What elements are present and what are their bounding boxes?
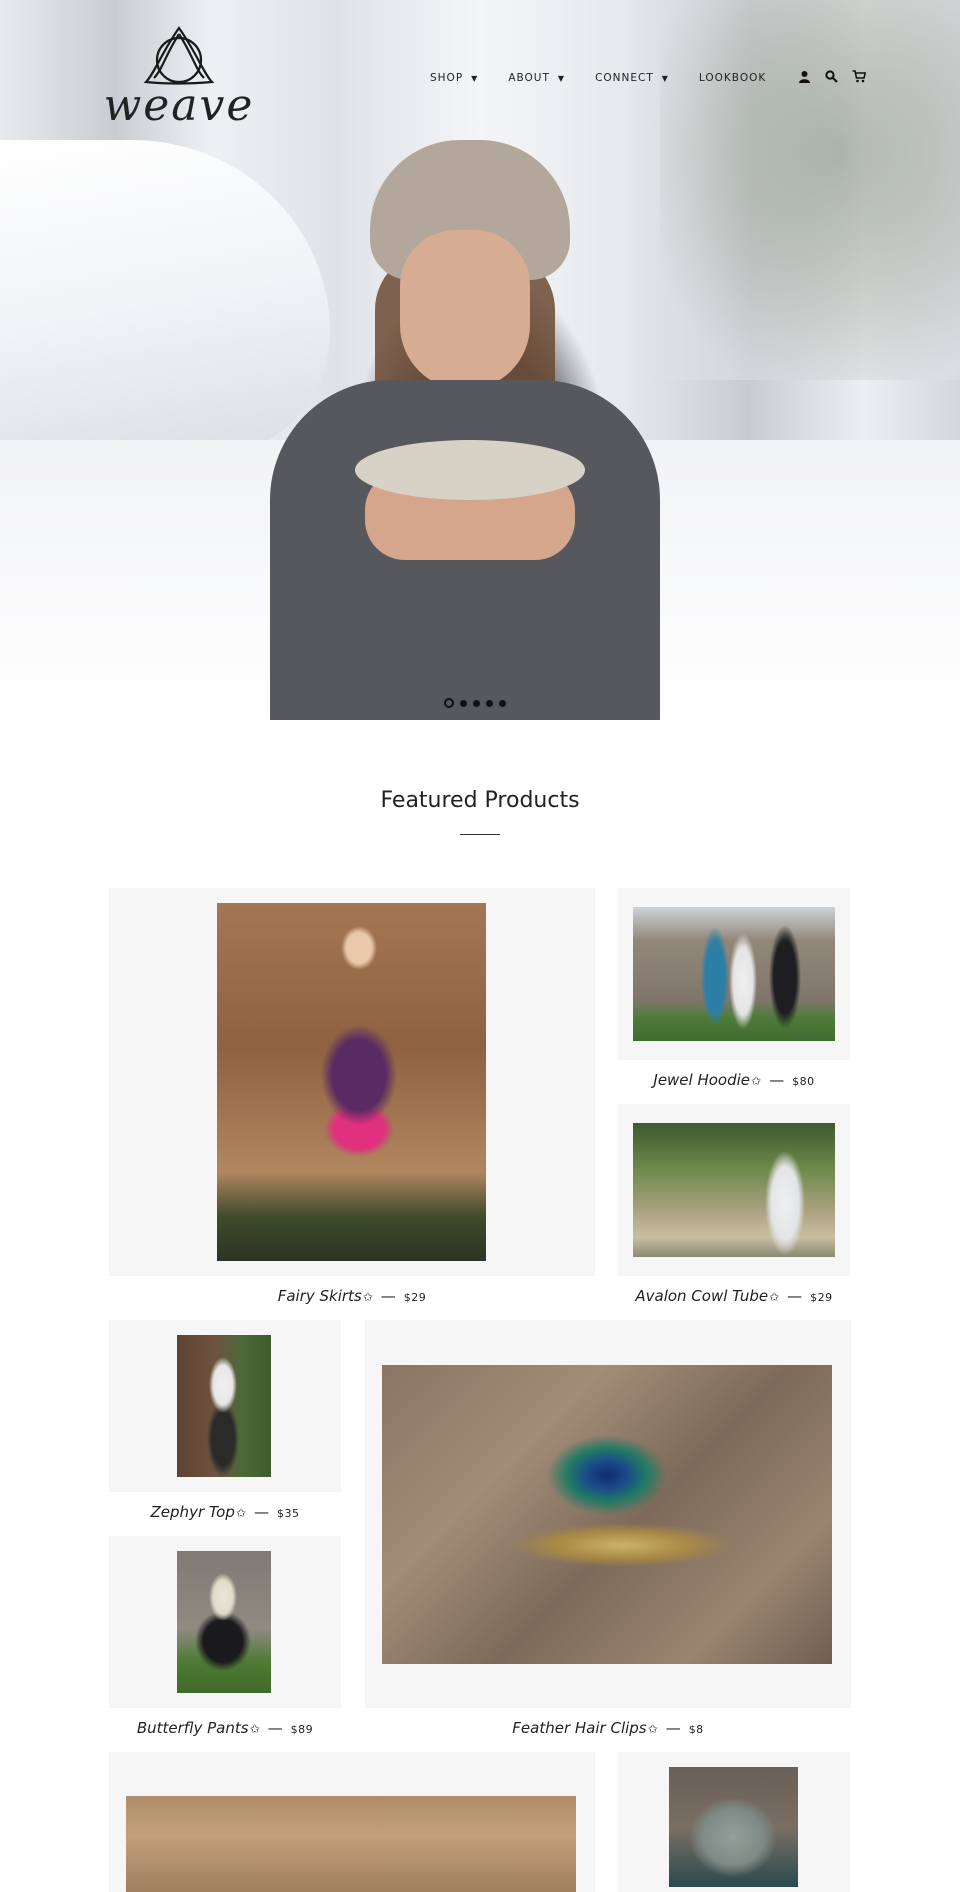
product-card-avalon-cowl-tube[interactable] — [618, 1104, 850, 1276]
product-image — [177, 1335, 271, 1477]
product-image — [633, 1123, 835, 1257]
logo-wordmark: weave — [103, 80, 255, 131]
nav-about[interactable]: ABOUT ▼ — [508, 72, 565, 84]
product-image — [177, 1551, 271, 1693]
separator: — — [267, 1719, 283, 1737]
nav-shop-label: SHOP — [430, 72, 464, 84]
featured-title: Featured Products — [380, 788, 580, 813]
star-icon: ✩ — [769, 1290, 780, 1304]
nav-connect[interactable]: CONNECT ▼ — [595, 72, 669, 84]
slide-dot-2[interactable] — [460, 699, 467, 707]
star-icon: ✩ — [235, 1506, 246, 1520]
caret-down-icon: ▼ — [661, 73, 669, 83]
product-caption[interactable]: Avalon Cowl Tube✩ — $29 — [618, 1287, 850, 1305]
slideshow-pagination — [444, 698, 506, 708]
separator: — — [253, 1503, 269, 1521]
star-icon: ✩ — [362, 1290, 373, 1304]
product-name: Avalon Cowl Tube — [635, 1287, 769, 1305]
product-caption[interactable]: Fairy Skirts✩ — $29 — [109, 1287, 595, 1305]
product-image — [633, 907, 835, 1041]
product-price: $89 — [290, 1723, 314, 1736]
product-image — [217, 903, 486, 1261]
slide-dot-4[interactable] — [486, 699, 493, 707]
nav-about-label: ABOUT — [508, 72, 550, 84]
product-price: $8 — [688, 1723, 704, 1736]
product-card-butterfly-pants[interactable] — [109, 1536, 341, 1708]
header-icons — [798, 70, 867, 86]
caret-down-icon: ▼ — [471, 73, 479, 83]
product-price: $35 — [276, 1507, 300, 1520]
product-card-zephyr-top[interactable] — [109, 1320, 341, 1492]
slide-dot-5[interactable] — [499, 699, 506, 707]
product-card-fairy-skirts[interactable] — [109, 888, 595, 1276]
nav-lookbook[interactable]: LOOKBOOK — [699, 72, 766, 84]
star-icon: ✩ — [647, 1722, 658, 1736]
product-price: $29 — [810, 1291, 833, 1304]
product-name: Butterfly Pants — [136, 1719, 249, 1737]
caret-down-icon: ▼ — [557, 73, 566, 83]
product-name: Fairy Skirts — [277, 1287, 362, 1305]
nav-connect-label: CONNECT — [595, 72, 654, 84]
main-nav: SHOP ▼ ABOUT ▼ CONNECT ▼ LOOKBOOK — [430, 70, 867, 86]
product-caption[interactable]: Feather Hair Clips✩ — $8 — [365, 1719, 851, 1737]
nav-shop[interactable]: SHOP ▼ — [430, 72, 478, 84]
product-card[interactable] — [109, 1752, 595, 1892]
site-logo[interactable]: weave — [104, 22, 252, 134]
product-name: Feather Hair Clips — [512, 1719, 647, 1737]
hero-trees — [660, 0, 960, 380]
product-image — [382, 1365, 832, 1664]
product-price: $29 — [403, 1291, 427, 1304]
product-caption[interactable]: Jewel Hoodie✩ — $80 — [618, 1071, 850, 1089]
separator: — — [769, 1071, 785, 1089]
product-name: Jewel Hoodie — [653, 1071, 751, 1089]
product-name: Zephyr Top — [150, 1503, 235, 1521]
product-price: $80 — [792, 1075, 815, 1088]
account-icon[interactable] — [798, 70, 811, 86]
product-card-jewel-hoodie[interactable] — [618, 888, 850, 1060]
cart-icon[interactable] — [852, 70, 867, 86]
slide-dot-1[interactable] — [444, 698, 454, 708]
product-caption[interactable]: Zephyr Top✩ — $35 — [109, 1503, 341, 1521]
nav-lookbook-label: LOOKBOOK — [698, 72, 767, 84]
product-card[interactable] — [618, 1752, 850, 1892]
hero-model-image — [270, 130, 660, 720]
product-caption[interactable]: Butterfly Pants✩ — $89 — [109, 1719, 341, 1737]
slide-dot-3[interactable] — [473, 699, 480, 707]
product-image — [669, 1767, 798, 1887]
search-icon[interactable] — [825, 70, 839, 86]
star-icon: ✩ — [751, 1074, 762, 1088]
product-card-feather-hair-clips[interactable] — [365, 1320, 851, 1708]
product-image — [126, 1796, 576, 1892]
title-divider — [460, 834, 500, 835]
separator: — — [380, 1287, 396, 1305]
separator: — — [665, 1719, 681, 1737]
separator: — — [787, 1287, 803, 1305]
star-icon: ✩ — [249, 1722, 260, 1736]
